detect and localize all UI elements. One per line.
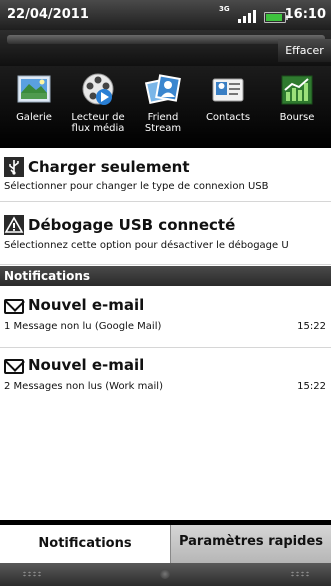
status-date: 22/04/2011 (7, 7, 89, 22)
recent-apps-row: Galerie Lecteur de flux média Friend Str… (0, 66, 331, 148)
app-gallery[interactable]: Galerie (2, 72, 66, 123)
notification-title: Nouvel e-mail (28, 356, 145, 374)
notification-time: 15:22 (297, 321, 326, 332)
contacts-icon (209, 72, 247, 108)
media-player-icon (79, 72, 117, 108)
app-label: Friend Stream (144, 112, 182, 134)
app-label: Lecteur de flux média (71, 112, 125, 134)
notification-time: 15:22 (297, 381, 326, 392)
usb-connection-item[interactable]: Charger seulement Sélectionner pour chan… (0, 148, 331, 202)
tab-notifications[interactable]: Notifications (0, 525, 170, 563)
notification-list: Charger seulement Sélectionner pour chan… (0, 148, 331, 520)
3g-icon: 3G (219, 5, 230, 13)
warning-icon (4, 215, 24, 239)
stocks-icon (278, 72, 316, 108)
gallery-icon (15, 72, 53, 108)
tab-bar: Notifications Paramètres rapides (0, 525, 331, 563)
app-contacts[interactable]: Contacts (196, 72, 260, 123)
notification-item[interactable]: Nouvel e-mail 1 Message non lu (Google M… (0, 293, 331, 348)
usb-debugging-item[interactable]: Débogage USB connecté Sélectionnez cette… (0, 208, 331, 265)
notification-title: Nouvel e-mail (28, 296, 145, 314)
notification-subtitle: 1 Message non lu (Google Mail) (4, 321, 162, 332)
app-stocks[interactable]: Bourse (265, 72, 329, 123)
notification-item[interactable]: Nouvel e-mail 2 Messages non lus (Work m… (0, 353, 331, 407)
status-bar: 22/04/2011 3G 16:10 (0, 0, 331, 30)
battery-icon (264, 12, 288, 23)
debug-desc: Sélectionnez cette option pour désactive… (4, 240, 289, 251)
clear-button[interactable]: Effacer (278, 39, 331, 62)
grip-icon (290, 571, 310, 577)
app-media-player[interactable]: Lecteur de flux média (66, 72, 130, 134)
usb-icon (4, 157, 24, 181)
notification-subtitle: 2 Messages non lus (Work mail) (4, 381, 163, 392)
app-friend-stream[interactable]: Friend Stream (131, 72, 195, 134)
app-label: Contacts (205, 112, 251, 123)
handle-knob-icon (160, 569, 170, 579)
notifications-section-header: Notifications (0, 266, 331, 286)
usb-title: Charger seulement (28, 158, 190, 176)
debug-title: Débogage USB connecté (28, 216, 236, 234)
grip-icon (22, 571, 42, 577)
email-icon (4, 359, 24, 374)
signal-icon (238, 9, 258, 23)
app-label: Bourse (279, 112, 315, 123)
app-label: Galerie (16, 112, 52, 123)
email-icon (4, 299, 24, 314)
status-time: 16:10 (284, 7, 326, 22)
bottom-handle-bar[interactable] (0, 563, 331, 586)
friend-stream-icon (144, 72, 182, 108)
tab-quick-settings[interactable]: Paramètres rapides (170, 525, 331, 563)
usb-desc: Sélectionner pour changer le type de con… (4, 181, 269, 192)
